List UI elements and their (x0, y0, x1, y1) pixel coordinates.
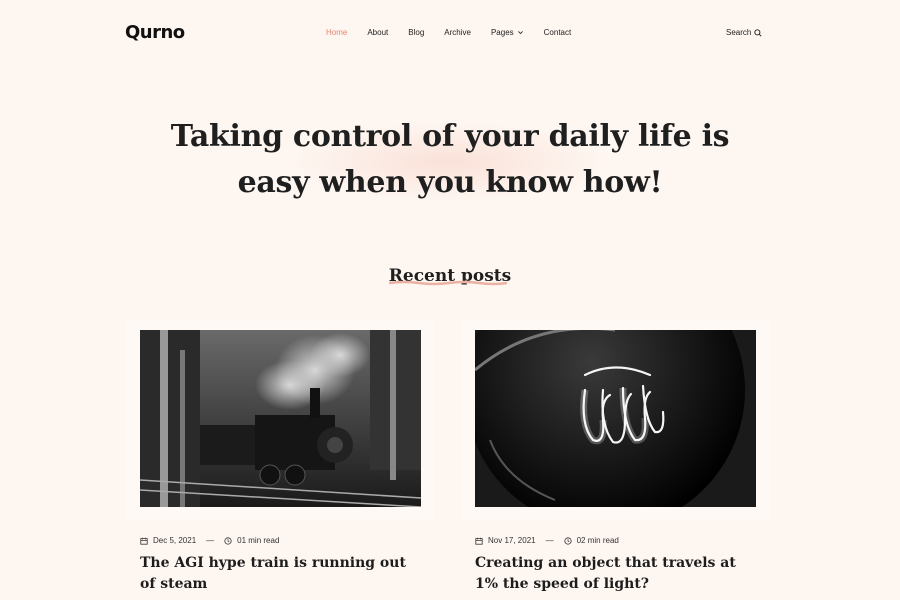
hero-title: Taking control of your daily life is eas… (170, 119, 730, 200)
search-label: Search (726, 28, 752, 37)
search-button[interactable]: Search (726, 28, 762, 37)
post-thumbnail[interactable] (475, 330, 756, 507)
calendar-icon (140, 537, 148, 545)
site-header: Qurno Home About Blog Archive Pages Cont… (0, 0, 900, 66)
nav-item-contact[interactable]: Contact (544, 28, 572, 37)
post-title-link[interactable]: Creating an object that travels at 1% th… (475, 553, 745, 595)
section-underline-decoration (389, 280, 507, 286)
nav-item-label: Blog (408, 28, 425, 37)
nav-item-home[interactable]: Home (326, 28, 347, 37)
post-meta: Nov 17, 2021 — 02 min read (475, 536, 619, 545)
nav-item-pages[interactable]: Pages (491, 28, 524, 37)
steam-train-image (140, 330, 421, 507)
nav-item-label: About (367, 28, 389, 37)
chevron-down-icon (517, 31, 523, 35)
post-meta: Dec 5, 2021 — 01 min read (140, 536, 279, 545)
meta-separator: — (545, 536, 554, 545)
nav-item-about[interactable]: About (367, 28, 388, 37)
nav-item-label: Home (326, 28, 348, 37)
clock-icon (563, 536, 572, 545)
nav-item-label: Archive (444, 28, 471, 37)
nav-item-label: Contact (543, 28, 572, 37)
site-logo[interactable]: Qurno (125, 22, 185, 43)
post-read-time: 01 min read (237, 536, 280, 545)
clock-icon (224, 536, 232, 545)
calendar-icon (475, 537, 483, 545)
meta-separator: — (206, 536, 215, 545)
post-title-link[interactable]: The AGI hype train is running out of ste… (140, 553, 410, 595)
nav-item-label: Pages (490, 28, 514, 37)
post-date: Nov 17, 2021 (488, 536, 536, 545)
light-bulb-image (475, 330, 756, 507)
search-icon (754, 28, 762, 37)
nav-item-archive[interactable]: Archive (444, 28, 471, 37)
nav-item-blog[interactable]: Blog (408, 28, 424, 37)
main-nav: Home About Blog Archive Pages Contact (326, 28, 591, 37)
post-read-time: 02 min read (576, 536, 619, 545)
post-date: Dec 5, 2021 (153, 536, 197, 545)
post-thumbnail[interactable] (140, 330, 421, 507)
